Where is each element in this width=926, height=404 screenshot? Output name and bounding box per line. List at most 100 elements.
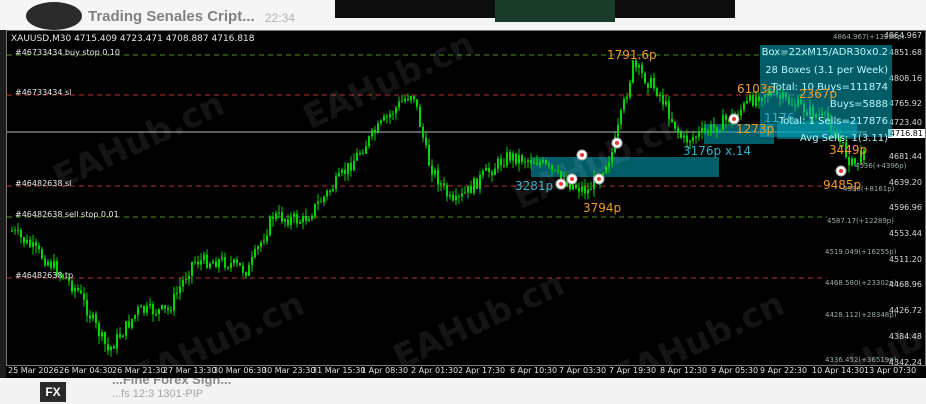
candle-body — [293, 214, 295, 217]
candle-body — [410, 96, 412, 100]
candle-body — [128, 321, 130, 328]
candle-body — [221, 257, 223, 260]
level-note: 4468.580(+23302p) — [825, 279, 897, 287]
time-tick: 9 Apr 05:30 — [711, 366, 759, 375]
candle-body — [749, 95, 751, 101]
candle-body — [215, 261, 217, 268]
pips-annotation: 9485p — [823, 178, 862, 192]
candle-body — [302, 215, 304, 223]
candle-body — [341, 169, 343, 173]
order-label[interactable]: #46733434 sl — [15, 88, 71, 97]
time-tick: 9 Apr 22:30 — [760, 366, 808, 375]
candle-body — [269, 216, 271, 236]
order-label[interactable]: #46482638 sell stop 0.01 — [15, 210, 119, 219]
candle-body — [719, 130, 721, 132]
candle-body — [11, 230, 13, 232]
candle-body — [281, 212, 283, 222]
order-label[interactable]: #46482638 tp — [15, 271, 73, 280]
candle-body — [23, 237, 25, 244]
candle-body — [188, 275, 190, 280]
candle-body — [413, 96, 415, 100]
candle-body — [443, 183, 445, 186]
candle-body — [107, 344, 109, 351]
candle-body — [458, 196, 460, 198]
candle-body — [665, 101, 667, 105]
candle-body — [131, 318, 133, 328]
candle-body — [197, 261, 199, 265]
candle-body — [167, 308, 169, 311]
candle-body — [278, 212, 280, 214]
level-note: 4519.049(+16255p) — [825, 248, 897, 256]
candle-body — [77, 287, 79, 291]
channel-badge[interactable]: FX — [40, 382, 66, 402]
candle-body — [239, 263, 241, 266]
candle-body — [743, 103, 745, 110]
candle-body — [275, 213, 277, 220]
time-tick: 7 Apr 03:30 — [559, 366, 607, 375]
message-time: 22:34 — [265, 11, 296, 25]
candle-body — [491, 172, 493, 176]
candle-body — [143, 305, 145, 313]
signal-dot — [732, 117, 736, 121]
candle-body — [80, 290, 82, 294]
candle-body — [317, 201, 319, 204]
candle-body — [701, 127, 703, 132]
candle-body — [494, 168, 496, 176]
level-note: 4428.112(+28348p) — [825, 311, 897, 319]
candle-body — [641, 65, 643, 73]
candle-body — [713, 124, 715, 127]
candle-body — [404, 98, 406, 102]
candle-body — [644, 72, 646, 84]
candle-body — [254, 249, 256, 257]
time-tick: 31 Mar 15:30 — [312, 366, 366, 375]
candle-body — [113, 346, 115, 349]
candle-body — [323, 196, 325, 203]
candle-body — [716, 126, 718, 132]
stat-line: Buys=5888 — [829, 99, 888, 110]
channel-avatar[interactable] — [26, 2, 82, 30]
candle-body — [536, 162, 538, 165]
candle-body — [755, 96, 757, 106]
candle-body — [539, 162, 541, 165]
candle-body — [233, 259, 235, 264]
candle-body — [356, 153, 358, 161]
candle-body — [512, 153, 514, 161]
candle-body — [260, 242, 262, 247]
candle-body — [203, 254, 205, 261]
level-note: 4864.967(+13298p) — [833, 33, 905, 41]
candle-body — [521, 155, 523, 162]
time-tick: 25 Mar 2026 — [8, 366, 59, 375]
candle-body — [179, 286, 181, 293]
price-chart[interactable]: XAUUSD,M30 4715.409 4723.471 4708.887 47… — [6, 30, 926, 366]
candle-body — [587, 189, 589, 194]
candle-body — [173, 293, 175, 311]
candle-body — [530, 160, 532, 164]
candle-body — [419, 106, 421, 127]
candle-body — [272, 216, 274, 220]
candle-body — [89, 315, 91, 319]
candle-body — [476, 178, 478, 189]
channel-name[interactable]: Trading Senales Cript... — [88, 8, 255, 25]
candle-body — [206, 254, 208, 268]
candle-body — [377, 123, 379, 134]
order-label[interactable]: #46733434 buy stop 0.10 — [15, 48, 120, 57]
candle-body — [176, 292, 178, 294]
candle-body — [224, 257, 226, 268]
candle-body — [116, 334, 118, 349]
message-footer: FX ...Fine Forex Sign... ...fs 12:3 1301… — [0, 378, 926, 404]
candle-body — [380, 120, 382, 124]
candle-body — [371, 129, 373, 137]
candle-body — [461, 193, 463, 197]
candle-body — [320, 201, 322, 203]
candle-body — [629, 82, 631, 98]
candle-body — [311, 216, 313, 220]
level-note: 4587.17(+12289p) — [827, 217, 894, 225]
candle-body — [740, 109, 742, 116]
candle-body — [389, 114, 391, 117]
candle-body — [218, 259, 220, 268]
candle-body — [266, 235, 268, 242]
price-tick: 4808.16 — [888, 74, 922, 83]
candle-body — [386, 116, 388, 118]
candle-body — [326, 190, 328, 197]
candle-body — [305, 215, 307, 222]
